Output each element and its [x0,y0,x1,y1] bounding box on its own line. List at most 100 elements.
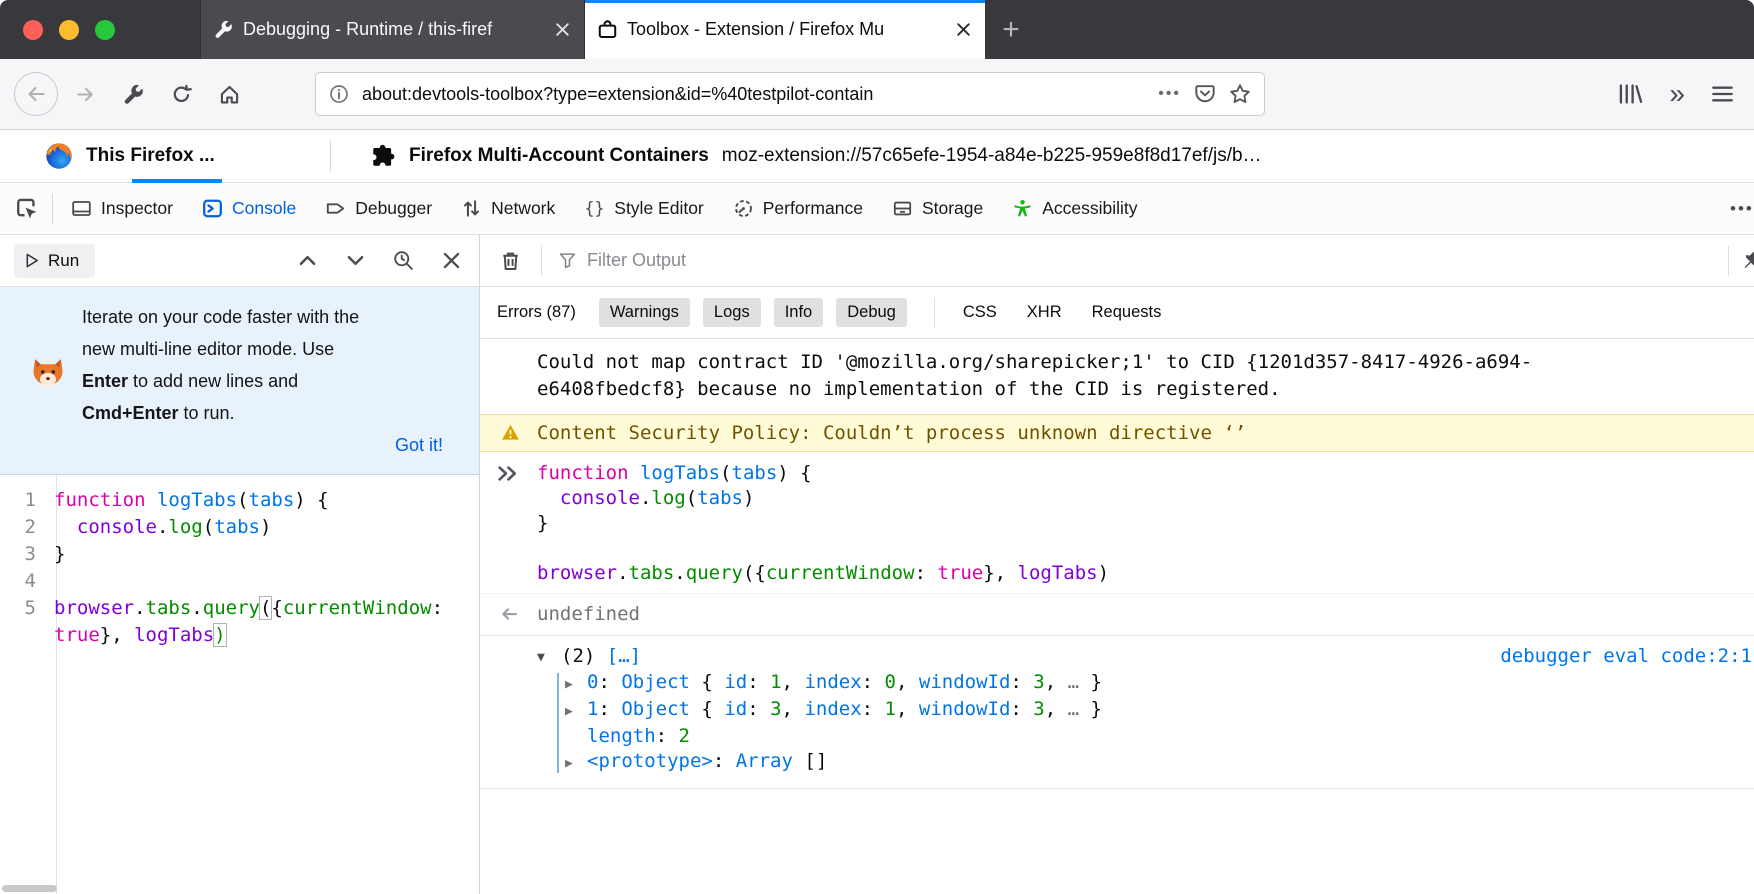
devtools-tab-performance[interactable]: Performance [719,183,878,234]
extension-url: moz-extension://57c65efe-1954-a84e-b225-… [722,145,1262,167]
play-icon [25,253,39,268]
toolbar-separator [52,194,53,224]
settings-pin-icon[interactable] [1743,250,1754,272]
horizontal-scrollbar-thumb[interactable] [2,885,57,892]
editor-line[interactable]: 3} [0,541,479,568]
devtools-tab-console[interactable]: Console [188,183,311,234]
clear-console-button[interactable] [500,250,521,272]
bookmark-star-icon[interactable] [1229,83,1251,105]
devtools-tab-label: Performance [763,198,863,219]
node-picker-button[interactable] [0,183,52,234]
expand-twisty-icon[interactable]: ▶ [565,670,587,697]
collapse-twisty-icon[interactable]: ▼ [537,645,561,670]
wrench-icon [214,20,233,39]
home-icon [219,84,240,105]
devtools-tab-bar: Inspector Console DebuggerNetwork{}Style E… [0,183,1754,235]
pocket-icon[interactable] [1194,83,1216,105]
filter-button[interactable]: Logs [703,298,761,327]
fox-icon [30,353,66,389]
console-messages: Could not map contract ID '@mozilla.org/… [480,339,1754,894]
accessibility-icon [1013,199,1032,218]
network-icon [462,199,481,218]
close-tab-icon[interactable] [955,21,972,38]
code-editor[interactable]: 1function logTabs(tabs) {2 console.log(t… [0,475,479,894]
line-number: 1 [0,487,46,514]
extension-name: Firefox Multi-Account Containers [409,145,709,167]
editor-line[interactable]: 4 [0,568,479,595]
devtools-tab-accessibility[interactable]: Accessibility [998,183,1152,234]
minimize-window-button[interactable] [59,20,79,40]
devtools-tab-label: Console [232,198,296,219]
node-picker-icon [16,198,37,219]
close-editor-button[interactable] [441,250,462,271]
line-number: 4 [0,568,46,595]
devtools-tab-style-editor[interactable]: {}Style Editor [570,183,718,234]
console-csp-warning: Content Security Policy: Couldn’t proces… [480,414,1754,452]
tab-title: Debugging - Runtime / this-firef [243,19,544,40]
new-tab-button[interactable]: + [985,0,1037,59]
close-window-button[interactable] [23,20,43,40]
editor-line[interactable]: 2 console.log(tabs) [0,514,479,541]
forward-button[interactable] [67,76,103,112]
debugger-icon [326,199,345,218]
page-actions-icon[interactable]: ••• [1158,85,1181,103]
editor-line[interactable]: 1function logTabs(tabs) { [0,487,479,514]
debug-target-header: This Firefox ... Firefox Multi-Account C… [0,130,1754,183]
back-button[interactable] [14,72,58,116]
devtools-tab-debugger[interactable]: Debugger [311,183,447,234]
editor-toolbar: Run [0,235,479,287]
info-icon[interactable] [329,84,349,104]
forward-icon [75,84,96,105]
result-arrow-icon [499,604,519,624]
got-it-link[interactable]: Got it! [395,429,443,461]
expand-twisty-icon [565,724,587,749]
reload-button[interactable] [163,76,199,112]
browser-tab-toolbox[interactable]: Toolbox - Extension / Firefox Mu [585,0,985,59]
multiline-editor-pane: Run Iterate on your code faster with the… [0,235,480,894]
line-number: 2 [0,514,46,541]
evaluation-history-icon[interactable] [393,250,414,271]
filter-button[interactable]: Info [774,298,824,327]
editor-line[interactable]: 5browser.tabs.query({currentWindow: true… [0,595,479,649]
hamburger-menu-icon[interactable] [1711,84,1734,104]
expand-twisty-icon[interactable]: ▶ [565,749,587,776]
run-button[interactable]: Run [14,244,95,278]
console-output-pane: Filter Output Errors (87) Warnings Logs Inf… [480,235,1754,894]
devtools-tab-network[interactable]: Network [447,183,570,234]
url-bar[interactable]: about:devtools-toolbox?type=extension&id… [315,72,1265,116]
filter-button[interactable]: Errors (87) [497,303,576,322]
object-preview-row: length: 2 [557,724,1754,749]
source-location-link[interactable]: debugger eval code:2:1 [1500,644,1752,669]
close-tab-icon[interactable] [554,21,571,38]
home-button[interactable] [211,76,247,112]
console-array-result: ▼(2) […] debugger eval code:2:1 ▶0: Obje… [480,636,1754,789]
library-icon[interactable] [1617,82,1643,106]
overflow-chevrons-icon[interactable]: » [1669,80,1685,108]
console-input-echo: function logTabs(tabs) { console.log(tab… [480,452,1754,594]
console-split-view: Run Iterate on your code faster with the… [0,235,1754,894]
filter-button[interactable]: XHR [1027,303,1062,322]
input-chevrons-icon [497,463,518,484]
object-preview-row: ▶0: Object { id: 1, index: 0, windowId: … [557,670,1754,697]
storage-icon [893,199,912,218]
zoom-window-button[interactable] [95,20,115,40]
filter-output-input[interactable]: Filter Output [587,250,686,271]
filter-button[interactable]: CSS [963,303,997,322]
browser-tab-debugging[interactable]: Debugging - Runtime / this-firef [200,0,585,59]
next-expression-button[interactable] [345,250,366,271]
filter-button[interactable]: Warnings [599,298,690,327]
traffic-lights [0,0,200,59]
active-target-underline [132,179,222,183]
filter-button[interactable]: Requests [1092,303,1162,322]
object-preview-row: ▶<prototype>: Array [] [557,749,1754,776]
extension-wrench-button[interactable] [115,76,151,112]
devtools-tab-inspector[interactable]: Inspector [57,183,188,234]
devtools-tab-storage[interactable]: Storage [878,183,998,234]
previous-expression-button[interactable] [297,250,318,271]
expand-twisty-icon[interactable]: ▶ [565,697,587,724]
this-firefox-tab[interactable]: This Firefox ... [0,130,330,182]
url-text[interactable]: about:devtools-toolbox?type=extension&id… [362,84,1145,105]
filter-button[interactable]: Debug [836,298,907,327]
toolbox-meatball-menu[interactable]: ••• [1730,199,1754,219]
warning-icon [501,424,520,441]
